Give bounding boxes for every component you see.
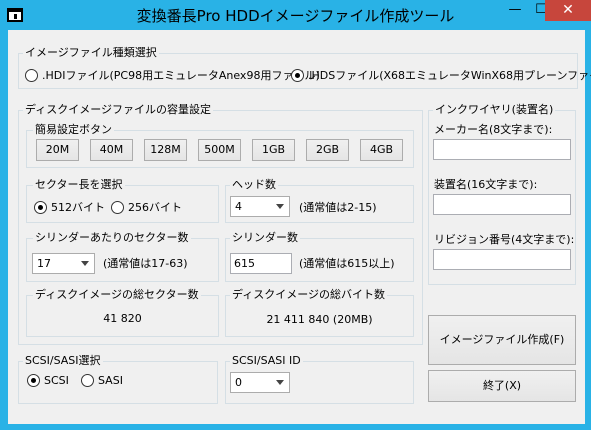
close-icon: ✕ (562, 2, 574, 18)
preset-20m-button[interactable]: 20M (36, 139, 79, 161)
total-sectors-value: 41 820 (103, 312, 142, 325)
preset-40m-button[interactable]: 40M (90, 139, 133, 161)
sectors-per-cylinder-value: 17 (37, 257, 51, 270)
hdi-radio-label[interactable]: .HDIファイル(PC98用エミュレータAnex98用ファイル) (42, 69, 320, 82)
preset-4gb-button[interactable]: 4GB (360, 139, 403, 161)
revision-input[interactable] (433, 249, 571, 270)
sector-512-radio[interactable] (34, 201, 47, 214)
chevron-down-icon (81, 261, 89, 266)
sector-256-label[interactable]: 256バイト (128, 201, 182, 214)
heads-select-value: 4 (235, 200, 242, 213)
total-sectors-group-title: ディスクイメージの総セクター数 (33, 288, 201, 301)
preset-1gb-button[interactable]: 1GB (252, 139, 295, 161)
preset-500m-button[interactable]: 500M (198, 139, 241, 161)
revision-label: リビジョン番号(4文字まで): (434, 233, 575, 246)
hdi-radio[interactable] (25, 69, 38, 82)
heads-group-title: ヘッド数 (230, 178, 278, 191)
exit-button[interactable]: 終了(X) (428, 370, 576, 402)
minimize-icon: — (508, 2, 522, 17)
maker-label: メーカー名(8文字まで): (434, 123, 553, 136)
preset-group-title: 簡易設定ボタン (33, 123, 114, 136)
title-bar[interactable]: 変換番長Pro HDDイメージファイル作成ツール — ☐ ✕ (0, 0, 591, 30)
app-window: 変換番長Pro HDDイメージファイル作成ツール — ☐ ✕ イメージファイル種… (0, 0, 591, 430)
disk-size-group-title: ディスクイメージファイルの容量設定 (23, 103, 214, 116)
sectors-per-cylinder-hint: (通常値は17-63) (103, 257, 188, 270)
total-bytes-value: 21 411 840 (20MB) (266, 313, 373, 326)
scsi-id-select[interactable]: 0 (230, 372, 290, 393)
total-bytes-group-title: ディスクイメージの総バイト数 (230, 288, 388, 301)
cylinders-input[interactable]: 615 (230, 253, 292, 274)
create-image-button[interactable]: イメージファイル作成(F) (428, 315, 576, 365)
chevron-down-icon (276, 380, 284, 385)
sector-length-group-title: セクター長を選択 (33, 178, 125, 191)
scsi-radio[interactable] (27, 374, 40, 387)
sectors-per-cylinder-select[interactable]: 17 (32, 253, 95, 274)
scsi-id-group-title: SCSI/SASI ID (230, 354, 303, 367)
close-button[interactable]: ✕ (545, 0, 591, 21)
chevron-down-icon (276, 204, 284, 209)
client-area: イメージファイル種類選択 .HDIファイル(PC98用エミュレータAnex98用… (8, 30, 591, 424)
sector-512-label[interactable]: 512バイト (51, 201, 105, 214)
sectors-per-cylinder-group-title: シリンダーあたりのセクター数 (33, 231, 191, 244)
sector-256-radio[interactable] (111, 201, 124, 214)
cylinders-group-title: シリンダー数 (230, 231, 300, 244)
preset-2gb-button[interactable]: 2GB (306, 139, 349, 161)
hds-radio-label[interactable]: .HDSファイル(X68エミュレータWinX68用プレーンファイル) (308, 69, 591, 82)
heads-hint: (通常値は2-15) (299, 201, 377, 214)
cylinders-hint: (通常値は615以上) (299, 257, 395, 270)
hds-radio[interactable] (291, 69, 304, 82)
sasi-radio-label[interactable]: SASI (98, 374, 123, 387)
image-type-group-title: イメージファイル種類選択 (23, 46, 159, 59)
maker-input[interactable] (433, 139, 571, 160)
inquiry-group-title: インクワイヤリ(装置名) (433, 103, 556, 116)
minimize-button[interactable]: — (502, 0, 528, 21)
heads-select[interactable]: 4 (230, 196, 290, 217)
scsi-id-value: 0 (235, 376, 242, 389)
scsi-radio-label[interactable]: SCSI (44, 374, 69, 387)
scsi-sasi-group-title: SCSI/SASI選択 (23, 354, 103, 367)
preset-128m-button[interactable]: 128M (144, 139, 187, 161)
sasi-radio[interactable] (81, 374, 94, 387)
device-input[interactable] (433, 194, 571, 215)
device-label: 装置名(16文字まで): (434, 178, 538, 191)
